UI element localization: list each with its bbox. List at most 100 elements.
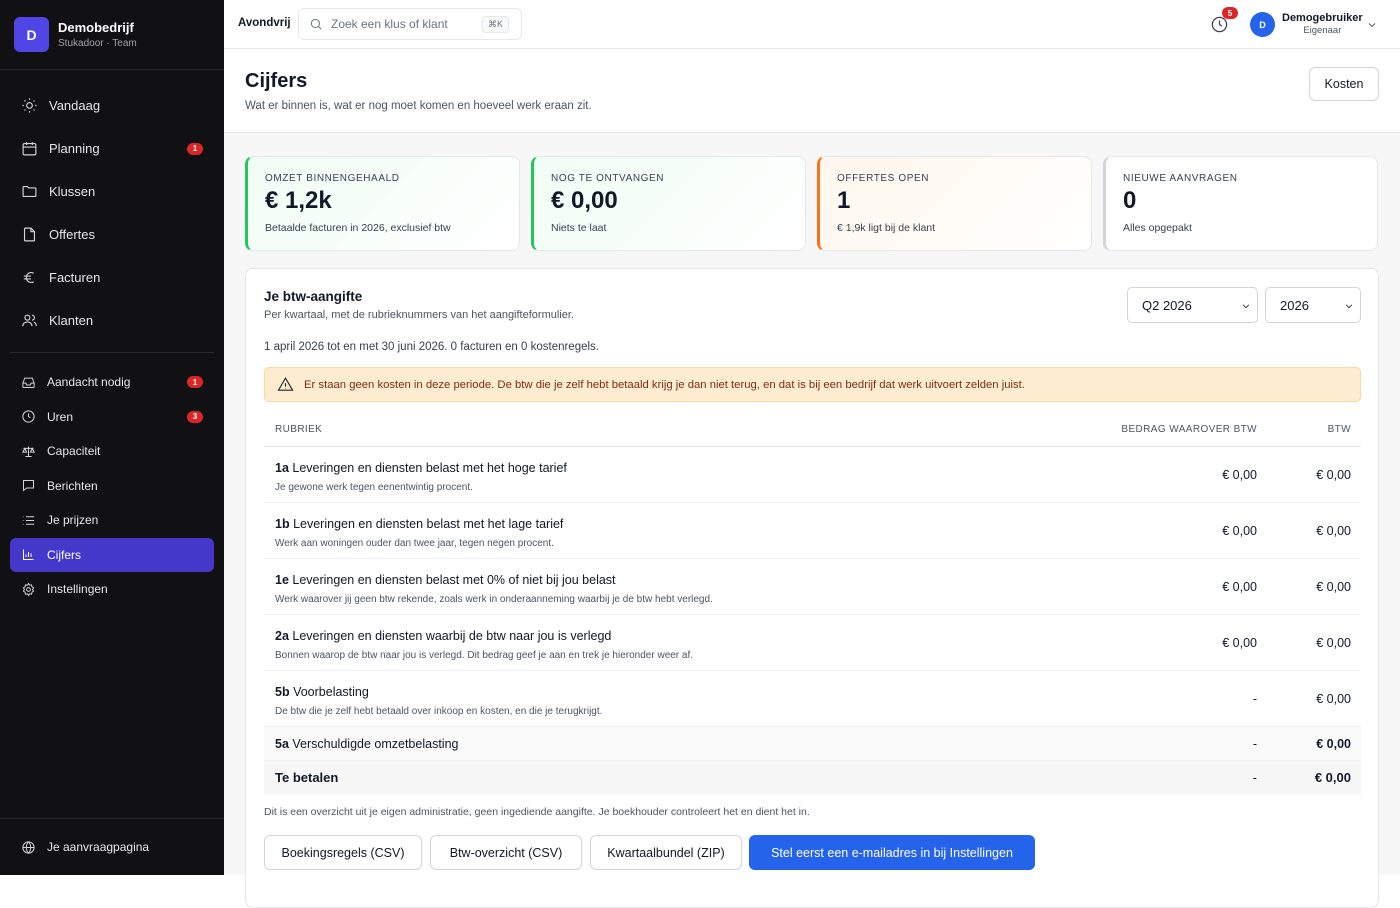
vat-table: RUBRIEK BEDRAG WAAROVER BTW BTW 1a Lever… bbox=[264, 416, 1361, 795]
nav-item-je-prijzen[interactable]: Je prijzen bbox=[10, 503, 214, 538]
page-header: Cijfers Wat er binnen is, wat er nog moe… bbox=[224, 49, 1400, 133]
table-row: 1e Leveringen en diensten belast met 0% … bbox=[264, 559, 1361, 615]
search-placeholder: Zoek een klus of klant bbox=[331, 17, 448, 31]
stat-note: € 1,9k ligt bij de klant bbox=[837, 222, 936, 234]
stat-note: Niets te laat bbox=[551, 222, 607, 234]
warning-text: Er staan geen kosten in deze periode. De… bbox=[304, 378, 1025, 391]
column-header-bedrag: BEDRAG WAAROVER BTW bbox=[1121, 424, 1257, 435]
nav-item-klanten[interactable]: Klanten bbox=[10, 299, 214, 342]
stat-label: NIEUWE AANVRAGEN bbox=[1123, 173, 1238, 184]
nav-item-aanvraagpagina[interactable]: Je aanvraagpagina bbox=[10, 830, 214, 864]
nav-item-planning[interactable]: Planning 1 bbox=[10, 127, 214, 170]
nav-item-offertes[interactable]: Offertes bbox=[10, 213, 214, 256]
nav-item-cijfers[interactable]: Cijfers bbox=[10, 537, 214, 572]
company-switcher[interactable]: D Demobedrijf Stukadoor · Team bbox=[0, 0, 224, 70]
subtotal-row: 5a Verschuldigde omzetbelasting - € 0,00 bbox=[264, 727, 1361, 761]
disclaimer: Dit is een overzicht uit je eigen admini… bbox=[264, 806, 810, 818]
user-menu[interactable]: Demogebruiker Eigenaar bbox=[1282, 12, 1363, 36]
quarter-select[interactable]: Q2 2026 bbox=[1127, 287, 1258, 323]
rubriek-label: Voorbelasting bbox=[293, 685, 369, 699]
stat-card-aanvragen: NIEUWE AANVRAGEN 0 Alles opgepakt bbox=[1103, 156, 1378, 251]
bedrag-value: € 0,00 bbox=[1222, 580, 1257, 594]
nav-label: Capaciteit bbox=[47, 444, 101, 459]
chevron-down-icon bbox=[1368, 23, 1376, 28]
btw-value: € 0,00 bbox=[1316, 737, 1351, 751]
nav-item-facturen[interactable]: Facturen bbox=[10, 256, 214, 299]
btw-value: € 0,00 bbox=[1316, 524, 1351, 538]
bedrag-value: € 0,00 bbox=[1222, 524, 1257, 538]
export-kwartaalbundel-button[interactable]: Kwartaalbundel (ZIP) bbox=[590, 835, 742, 870]
kosten-button[interactable]: Kosten bbox=[1309, 67, 1379, 101]
scale-icon bbox=[22, 446, 35, 457]
rubriek-label: Leveringen en diensten belast met het la… bbox=[293, 517, 564, 531]
total-row: Te betalen - € 0,00 bbox=[264, 761, 1361, 795]
company-subtitle: Stukadoor · Team bbox=[58, 38, 137, 49]
nav-badge: 3 bbox=[187, 410, 203, 423]
rubriek-code: 1b bbox=[275, 517, 290, 531]
nav-badge: 1 bbox=[187, 142, 203, 155]
rubriek-code: 5a bbox=[275, 737, 289, 751]
vat-subtitle: Per kwartaal, met de rubrieknummers van … bbox=[264, 309, 574, 321]
secondary-navigation: Aandacht nodig 1 Uren 3 Capaciteit Beric… bbox=[10, 365, 214, 607]
nav-item-instellingen[interactable]: Instellingen bbox=[10, 572, 214, 607]
period-summary: 1 april 2026 tot en met 30 juni 2026. 0 … bbox=[264, 341, 599, 353]
nav-divider bbox=[10, 352, 214, 353]
rubriek-description: Werk waarover jij geen btw rekende, zoal… bbox=[275, 594, 713, 605]
page-title: Cijfers bbox=[245, 70, 308, 92]
nav-divider bbox=[0, 818, 224, 819]
warning-icon bbox=[277, 377, 294, 391]
workspace-name: Avondvrij bbox=[238, 17, 291, 29]
nav-item-vandaag[interactable]: Vandaag bbox=[10, 84, 214, 127]
user-menu-toggle[interactable] bbox=[1366, 18, 1378, 36]
stat-note: Betaalde facturen in 2026, exclusief btw bbox=[265, 222, 451, 234]
rubriek-description: Bonnen waarop de btw naar jou is verlegd… bbox=[275, 650, 694, 661]
year-select[interactable]: 2026 bbox=[1265, 287, 1361, 323]
calendar-icon bbox=[22, 142, 37, 156]
nav-item-aandacht-nodig[interactable]: Aandacht nodig 1 bbox=[10, 365, 214, 400]
sidebar: D Demobedrijf Stukadoor · Team Vandaag P… bbox=[0, 0, 224, 875]
set-email-button[interactable]: Stel eerst een e-mailadres in bij Instel… bbox=[749, 835, 1035, 870]
nav-item-klussen[interactable]: Klussen bbox=[10, 170, 214, 213]
row-title: 1b Leveringen en diensten belast met het… bbox=[275, 517, 563, 531]
export-boekingsregels-button[interactable]: Boekingsregels (CSV) bbox=[264, 835, 422, 870]
nav-label: Planning bbox=[49, 141, 100, 156]
stat-value: 0 bbox=[1123, 187, 1137, 214]
nav-item-uren[interactable]: Uren 3 bbox=[10, 400, 214, 435]
users-icon bbox=[22, 314, 37, 327]
search-input[interactable]: Zoek een klus of klant ⌘K bbox=[298, 8, 522, 40]
user-role: Eigenaar bbox=[1303, 25, 1342, 36]
row-title: 2a Leveringen en diensten waarbij de btw… bbox=[275, 629, 611, 643]
rubriek-description: De btw die je zelf hebt betaald over ink… bbox=[275, 706, 603, 717]
rubriek-code: 5b bbox=[275, 685, 290, 699]
table-row: 1a Leveringen en diensten belast met het… bbox=[264, 447, 1361, 503]
column-header-btw: BTW bbox=[1327, 424, 1351, 435]
avatar[interactable]: D bbox=[1250, 12, 1275, 37]
nav-item-berichten[interactable]: Berichten bbox=[10, 469, 214, 504]
export-btw-overzicht-button[interactable]: Btw-overzicht (CSV) bbox=[430, 835, 582, 870]
nav-item-capaciteit[interactable]: Capaciteit bbox=[10, 434, 214, 469]
gear-icon bbox=[22, 582, 35, 597]
nav-label: Aandacht nodig bbox=[47, 375, 131, 390]
rubriek-description: Je gewone werk tegen eenentwintig procen… bbox=[275, 482, 473, 493]
sun-icon bbox=[22, 98, 37, 113]
nav-label: Cijfers bbox=[47, 547, 82, 562]
bedrag-value: € 0,00 bbox=[1222, 468, 1257, 482]
btw-value: € 0,00 bbox=[1314, 770, 1351, 785]
inbox-icon bbox=[22, 377, 35, 388]
clock-icon bbox=[22, 410, 35, 423]
chart-icon bbox=[23, 549, 34, 561]
btw-value: € 0,00 bbox=[1316, 636, 1351, 650]
nav-label: Je aanvraagpagina bbox=[47, 840, 150, 854]
chevron-down-icon bbox=[1242, 304, 1250, 309]
search-shortcut: ⌘K bbox=[481, 16, 509, 33]
btw-value: € 0,00 bbox=[1316, 692, 1351, 706]
stat-label: NOG TE ONTVANGEN bbox=[551, 173, 665, 184]
stat-value: € 0,00 bbox=[551, 187, 618, 214]
stat-card-te-ontvangen: NOG TE ONTVANGEN € 0,00 Niets te laat bbox=[531, 156, 806, 251]
stat-value: € 1,2k bbox=[265, 187, 332, 214]
main-navigation: Vandaag Planning 1 Klussen Offertes Fact… bbox=[10, 84, 214, 342]
quarter-select-value: Q2 2026 bbox=[1142, 297, 1192, 313]
nav-label: Uren bbox=[47, 409, 74, 424]
message-icon bbox=[23, 480, 34, 492]
btw-value: € 0,00 bbox=[1316, 580, 1351, 594]
